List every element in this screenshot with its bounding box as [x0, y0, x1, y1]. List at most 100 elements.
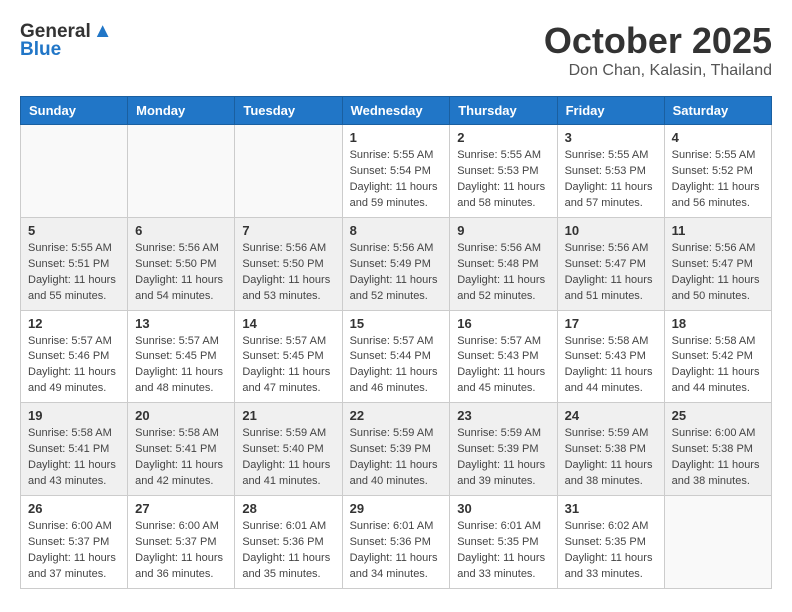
calendar-cell: 17 Sunrise: 5:58 AM Sunset: 5:43 PM Dayli…	[557, 310, 664, 403]
calendar-cell: 2 Sunrise: 5:55 AM Sunset: 5:53 PM Daylig…	[450, 125, 557, 218]
day-info: Sunrise: 5:57 AM Sunset: 5:45 PM Dayligh…	[242, 334, 334, 398]
day-number: 17	[565, 316, 657, 331]
day-number: 15	[350, 316, 443, 331]
day-number: 29	[350, 501, 443, 516]
day-number: 20	[135, 408, 227, 423]
weekday-header-tuesday: Tuesday	[235, 97, 342, 125]
calendar-cell: 19 Sunrise: 5:58 AM Sunset: 5:41 PM Dayli…	[21, 403, 128, 496]
calendar-cell	[235, 125, 342, 218]
day-number: 31	[565, 501, 657, 516]
calendar-cell: 15Sunrise: 5:57 AM Sunset: 5:44 PM Dayli…	[342, 310, 450, 403]
calendar-cell: 31 Sunrise: 6:02 AM Sunset: 5:35 PM Dayli…	[557, 496, 664, 589]
day-info: Sunrise: 5:59 AM Sunset: 5:40 PM Dayligh…	[242, 426, 334, 490]
logo-blue-text: Blue	[20, 39, 61, 61]
weekday-header-thursday: Thursday	[450, 97, 557, 125]
calendar-cell: 13 Sunrise: 5:57 AM Sunset: 5:45 PM Dayli…	[128, 310, 235, 403]
weekday-header-saturday: Saturday	[664, 97, 771, 125]
day-number: 30	[457, 501, 549, 516]
calendar-table: SundayMondayTuesdayWednesdayThursdayFrid…	[20, 96, 772, 589]
day-number: 25	[672, 408, 764, 423]
day-info: Sunrise: 6:02 AM Sunset: 5:35 PM Dayligh…	[565, 519, 657, 583]
calendar-cell: 8Sunrise: 5:56 AM Sunset: 5:49 PM Daylig…	[342, 217, 450, 310]
day-number: 7	[242, 223, 334, 238]
day-number: 24	[565, 408, 657, 423]
day-info: Sunrise: 5:55 AM Sunset: 5:53 PM Dayligh…	[565, 148, 657, 212]
day-info: Sunrise: 6:00 AM Sunset: 5:37 PM Dayligh…	[28, 519, 120, 583]
weekday-header-friday: Friday	[557, 97, 664, 125]
day-info: Sunrise: 6:00 AM Sunset: 5:38 PM Dayligh…	[672, 426, 764, 490]
calendar-cell: 25 Sunrise: 6:00 AM Sunset: 5:38 PM Dayli…	[664, 403, 771, 496]
day-info: Sunrise: 5:56 AM Sunset: 5:48 PM Dayligh…	[457, 241, 549, 305]
day-number: 14	[242, 316, 334, 331]
calendar-cell: 23 Sunrise: 5:59 AM Sunset: 5:39 PM Dayli…	[450, 403, 557, 496]
calendar-cell: 1Sunrise: 5:55 AM Sunset: 5:54 PM Daylig…	[342, 125, 450, 218]
calendar-cell: 26 Sunrise: 6:00 AM Sunset: 5:37 PM Dayli…	[21, 496, 128, 589]
day-number: 18	[672, 316, 764, 331]
day-info: Sunrise: 5:56 AM Sunset: 5:47 PM Dayligh…	[672, 241, 764, 305]
calendar-cell: 20 Sunrise: 5:58 AM Sunset: 5:41 PM Dayli…	[128, 403, 235, 496]
day-number: 3	[565, 130, 657, 145]
calendar-cell: 3 Sunrise: 5:55 AM Sunset: 5:53 PM Daylig…	[557, 125, 664, 218]
day-number: 6	[135, 223, 227, 238]
day-number: 9	[457, 223, 549, 238]
day-info: Sunrise: 5:55 AM Sunset: 5:53 PM Dayligh…	[457, 148, 549, 212]
day-info: Sunrise: 5:55 AM Sunset: 5:54 PM Dayligh…	[350, 148, 443, 212]
calendar-cell: 10 Sunrise: 5:56 AM Sunset: 5:47 PM Dayli…	[557, 217, 664, 310]
day-number: 5	[28, 223, 120, 238]
calendar-cell: 7 Sunrise: 5:56 AM Sunset: 5:50 PM Daylig…	[235, 217, 342, 310]
calendar-cell: 9 Sunrise: 5:56 AM Sunset: 5:48 PM Daylig…	[450, 217, 557, 310]
calendar-cell: 18 Sunrise: 5:58 AM Sunset: 5:42 PM Dayli…	[664, 310, 771, 403]
week-row-2: 5 Sunrise: 5:55 AM Sunset: 5:51 PM Daylig…	[21, 217, 772, 310]
weekday-header-row: SundayMondayTuesdayWednesdayThursdayFrid…	[21, 97, 772, 125]
calendar-cell: 6 Sunrise: 5:56 AM Sunset: 5:50 PM Daylig…	[128, 217, 235, 310]
day-info: Sunrise: 6:01 AM Sunset: 5:36 PM Dayligh…	[350, 519, 443, 583]
day-info: Sunrise: 5:59 AM Sunset: 5:39 PM Dayligh…	[350, 426, 443, 490]
day-number: 27	[135, 501, 227, 516]
day-number: 26	[28, 501, 120, 516]
day-info: Sunrise: 5:58 AM Sunset: 5:41 PM Dayligh…	[28, 426, 120, 490]
day-info: Sunrise: 5:56 AM Sunset: 5:50 PM Dayligh…	[135, 241, 227, 305]
day-info: Sunrise: 5:55 AM Sunset: 5:52 PM Dayligh…	[672, 148, 764, 212]
calendar-cell: 11Sunrise: 5:56 AM Sunset: 5:47 PM Dayli…	[664, 217, 771, 310]
logo-icon: ▲	[93, 20, 113, 43]
day-info: Sunrise: 5:55 AM Sunset: 5:51 PM Dayligh…	[28, 241, 120, 305]
calendar-cell: 30 Sunrise: 6:01 AM Sunset: 5:35 PM Dayli…	[450, 496, 557, 589]
day-info: Sunrise: 6:01 AM Sunset: 5:36 PM Dayligh…	[242, 519, 334, 583]
week-row-3: 12Sunrise: 5:57 AM Sunset: 5:46 PM Dayli…	[21, 310, 772, 403]
day-info: Sunrise: 5:56 AM Sunset: 5:50 PM Dayligh…	[242, 241, 334, 305]
calendar-cell: 29 Sunrise: 6:01 AM Sunset: 5:36 PM Dayli…	[342, 496, 450, 589]
calendar-cell: 27 Sunrise: 6:00 AM Sunset: 5:37 PM Dayli…	[128, 496, 235, 589]
day-number: 22	[350, 408, 443, 423]
calendar-cell: 12Sunrise: 5:57 AM Sunset: 5:46 PM Dayli…	[21, 310, 128, 403]
day-number: 23	[457, 408, 549, 423]
calendar-cell: 16Sunrise: 5:57 AM Sunset: 5:43 PM Dayli…	[450, 310, 557, 403]
calendar-cell: 5 Sunrise: 5:55 AM Sunset: 5:51 PM Daylig…	[21, 217, 128, 310]
day-number: 19	[28, 408, 120, 423]
day-number: 4	[672, 130, 764, 145]
calendar-cell	[21, 125, 128, 218]
day-info: Sunrise: 5:58 AM Sunset: 5:42 PM Dayligh…	[672, 334, 764, 398]
day-info: Sunrise: 5:57 AM Sunset: 5:45 PM Dayligh…	[135, 334, 227, 398]
day-info: Sunrise: 6:00 AM Sunset: 5:37 PM Dayligh…	[135, 519, 227, 583]
day-info: Sunrise: 6:01 AM Sunset: 5:35 PM Dayligh…	[457, 519, 549, 583]
weekday-header-sunday: Sunday	[21, 97, 128, 125]
day-number: 28	[242, 501, 334, 516]
calendar-cell: 4 Sunrise: 5:55 AM Sunset: 5:52 PM Daylig…	[664, 125, 771, 218]
page-header: General ▲ Blue October 2025 Don Chan, Ka…	[20, 20, 772, 80]
weekday-header-monday: Monday	[128, 97, 235, 125]
day-number: 13	[135, 316, 227, 331]
day-info: Sunrise: 5:58 AM Sunset: 5:43 PM Dayligh…	[565, 334, 657, 398]
day-info: Sunrise: 5:59 AM Sunset: 5:39 PM Dayligh…	[457, 426, 549, 490]
weekday-header-wednesday: Wednesday	[342, 97, 450, 125]
week-row-5: 26 Sunrise: 6:00 AM Sunset: 5:37 PM Dayli…	[21, 496, 772, 589]
calendar-cell: 14 Sunrise: 5:57 AM Sunset: 5:45 PM Dayli…	[235, 310, 342, 403]
day-number: 2	[457, 130, 549, 145]
day-info: Sunrise: 5:56 AM Sunset: 5:47 PM Dayligh…	[565, 241, 657, 305]
day-info: Sunrise: 5:58 AM Sunset: 5:41 PM Dayligh…	[135, 426, 227, 490]
month-title: October 2025	[544, 20, 772, 62]
location-title: Don Chan, Kalasin, Thailand	[544, 62, 772, 80]
day-number: 21	[242, 408, 334, 423]
day-info: Sunrise: 5:57 AM Sunset: 5:46 PM Dayligh…	[28, 334, 120, 398]
day-info: Sunrise: 5:56 AM Sunset: 5:49 PM Dayligh…	[350, 241, 443, 305]
day-number: 10	[565, 223, 657, 238]
